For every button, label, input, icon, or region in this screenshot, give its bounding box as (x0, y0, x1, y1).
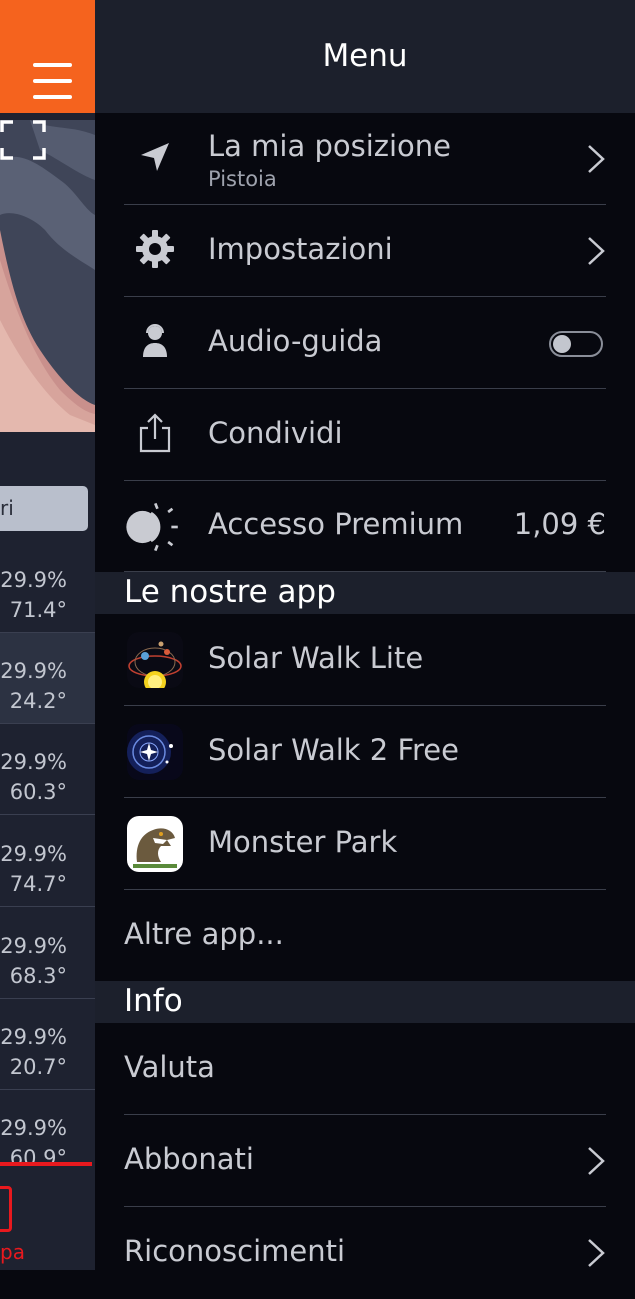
menu-item-audio-guide[interactable]: Audio-guida (95, 297, 635, 389)
menu-item-label: Valuta (124, 1050, 215, 1084)
menu-item-subscribe[interactable]: Abbonati (95, 1115, 635, 1207)
active-tab-indicator (0, 1162, 92, 1166)
row-percent: 29.9% (0, 934, 67, 958)
row-percent: 29.9% (0, 568, 67, 592)
hamburger-icon-bar (33, 95, 72, 99)
gear-icon (136, 230, 174, 268)
chevron-right-icon (588, 1147, 605, 1175)
menu-item-sublabel: Pistoia (208, 167, 277, 191)
row-angle: 71.4° (9, 598, 67, 622)
menu-item-share[interactable]: Condividi (95, 389, 635, 481)
chevron-right-icon (588, 1239, 605, 1267)
section-header-our-apps: Le nostre app (95, 572, 635, 614)
list-row[interactable]: 29.9% 68.3° (0, 908, 95, 999)
premium-price: 1,09 € (513, 507, 606, 541)
list-row[interactable]: 29.9% 60.3° (0, 724, 95, 815)
chevron-right-icon (588, 237, 605, 265)
section-title: Info (124, 983, 183, 1019)
menu-item-settings[interactable]: Impostazioni (95, 205, 635, 297)
audio-guide-toggle[interactable] (549, 331, 603, 357)
row-percent: 29.9% (0, 750, 67, 774)
list-row[interactable]: 29.9% 20.7° (0, 999, 95, 1090)
list-row[interactable]: 29.9% 71.4° (0, 542, 95, 633)
row-percent: 29.9% (0, 1025, 67, 1049)
app-label: Solar Walk Lite (208, 641, 424, 675)
row-angle: 24.2° (9, 689, 67, 713)
app-label: Solar Walk 2 Free (208, 733, 459, 767)
map-tab-icon[interactable] (0, 1186, 12, 1232)
app-item-monster-park[interactable]: Monster Park (95, 798, 635, 890)
solar-walk-lite-app-icon (127, 632, 183, 688)
chevron-right-icon (588, 145, 605, 173)
list-row[interactable]: 29.9% 60.9° (0, 1090, 95, 1181)
share-icon (139, 413, 171, 453)
audio-guide-icon (143, 324, 167, 357)
location-arrow-icon (141, 143, 169, 171)
monster-park-app-icon (127, 816, 183, 872)
hamburger-button[interactable] (0, 0, 95, 113)
row-angle: 60.9° (9, 1146, 67, 1170)
list-row[interactable]: 29.9% 24.2° (0, 633, 95, 724)
menu-item-label: Impostazioni (208, 232, 393, 266)
hamburger-icon (33, 63, 72, 67)
menu-item-label: La mia posizione (208, 129, 452, 163)
menu-item-credits[interactable]: Riconoscimenti (95, 1207, 635, 1299)
menu-header: Menu (95, 0, 635, 113)
hamburger-icon-bar (33, 79, 72, 83)
menu-title: Menu (322, 38, 408, 74)
menu-item-rate[interactable]: Valuta (95, 1023, 635, 1115)
world-map[interactable] (0, 120, 95, 432)
filter-chip[interactable]: ri (0, 486, 88, 531)
section-title: Le nostre app (124, 574, 336, 610)
background-screen: ri 29.9% 71.4° 29.9% 24.2° 29.9% 60.3° 2… (0, 0, 95, 1270)
row-angle: 74.7° (9, 872, 67, 896)
menu-item-location[interactable]: La mia posizione Pistoia (95, 113, 635, 205)
row-percent: 29.9% (0, 842, 67, 866)
solar-walk-2-free-app-icon (127, 724, 183, 780)
list-row[interactable]: 29.9% 74.7° (0, 816, 95, 907)
tab-label[interactable]: pa (0, 1240, 25, 1264)
row-percent: 29.9% (0, 1116, 67, 1140)
app-item-solar-walk-2-free[interactable]: Solar Walk 2 Free (95, 706, 635, 798)
more-apps-label: Altre app... (124, 917, 284, 951)
section-header-info: Info (95, 981, 635, 1023)
menu-item-label: Accesso Premium (208, 507, 464, 541)
menu-item-label: Riconoscimenti (124, 1234, 346, 1268)
menu-drawer: Menu La mia posizione Pistoia Impostazio… (95, 0, 635, 1270)
more-apps-link[interactable]: Altre app... (95, 890, 635, 982)
row-percent: 29.9% (0, 659, 67, 683)
row-angle: 60.3° (9, 780, 67, 804)
menu-item-label: Abbonati (124, 1142, 254, 1176)
menu-item-premium[interactable]: Accesso Premium 1,09 € (95, 480, 635, 572)
app-item-solar-walk-lite[interactable]: Solar Walk Lite (95, 614, 635, 706)
premium-sun-moon-icon (126, 502, 178, 552)
toggle-knob (553, 335, 571, 353)
fullscreen-icon[interactable] (0, 120, 46, 160)
row-angle: 68.3° (9, 964, 67, 988)
app-label: Monster Park (208, 825, 398, 859)
row-angle: 20.7° (9, 1055, 67, 1079)
menu-item-label: Audio-guida (208, 324, 383, 358)
menu-item-label: Condividi (208, 416, 343, 450)
